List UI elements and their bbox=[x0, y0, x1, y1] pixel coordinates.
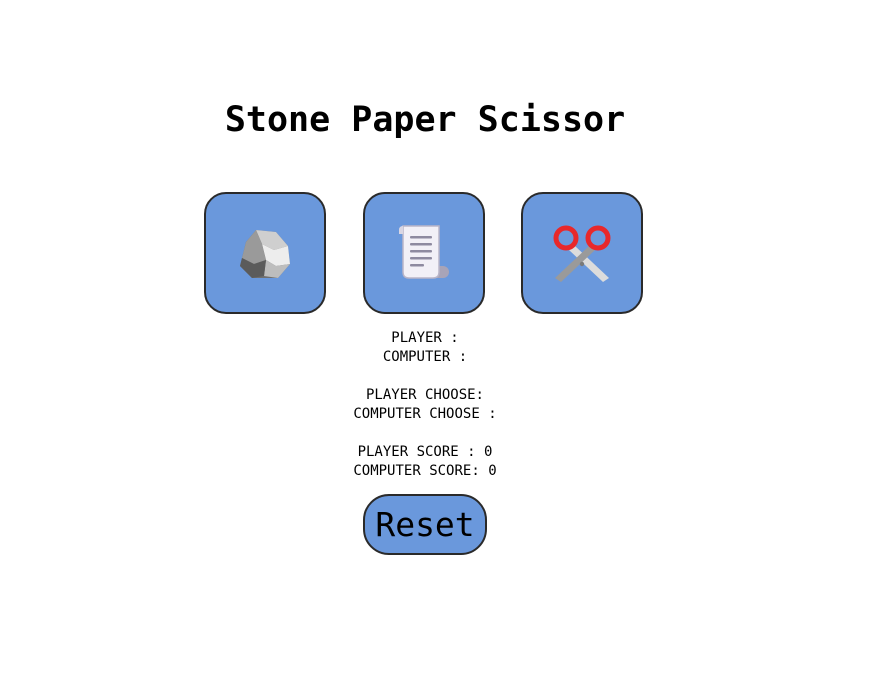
player-choose-text: PLAYER CHOOSE: bbox=[365, 387, 484, 403]
status-panel: PLAYER : COMPUTER : PLAYER CHOOSE: COMPU… bbox=[0, 329, 850, 481]
player-choice-text: PLAYER : bbox=[391, 330, 459, 346]
computer-choice-text: COMPUTER : bbox=[382, 349, 468, 365]
reset-button[interactable]: Reset bbox=[363, 494, 487, 555]
computer-score-text: COMPUTER SCORE: 0 bbox=[353, 463, 497, 479]
stone-button[interactable] bbox=[204, 192, 326, 314]
player-score-text: PLAYER SCORE : 0 bbox=[357, 444, 493, 460]
paper-scroll-icon bbox=[399, 225, 449, 279]
computer-choose-text: COMPUTER CHOOSE : bbox=[353, 406, 497, 422]
stone-icon bbox=[240, 230, 290, 278]
paper-button[interactable] bbox=[363, 192, 485, 314]
page-title: Stone Paper Scissor bbox=[224, 100, 626, 140]
scissors-icon bbox=[553, 225, 611, 282]
scissor-button[interactable] bbox=[521, 192, 643, 314]
